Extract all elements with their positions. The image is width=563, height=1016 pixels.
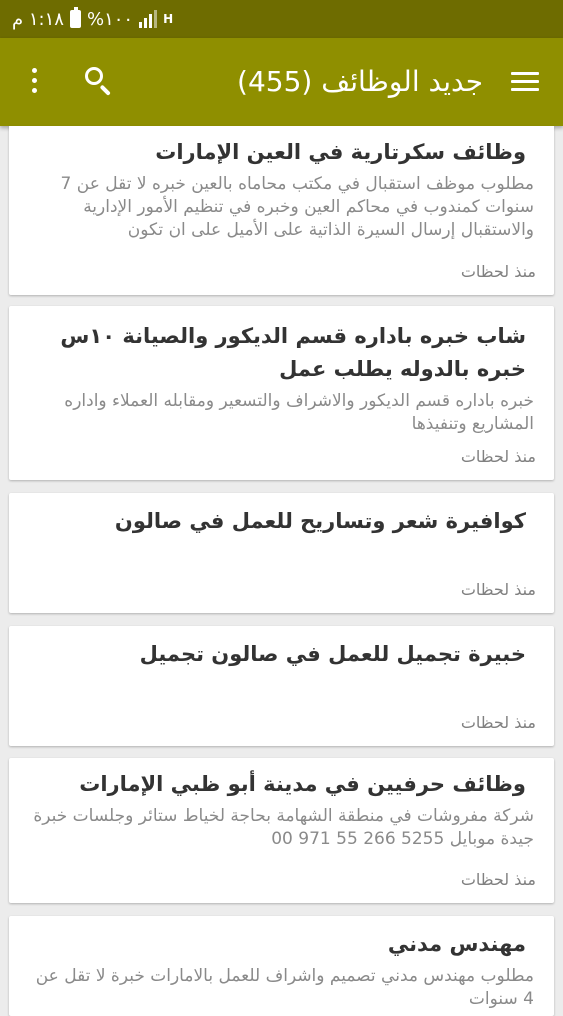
job-time: منذ لحظات: [460, 713, 536, 732]
job-title: مهندس مدني: [387, 932, 526, 956]
app-bar: جديد الوظائف (455): [0, 38, 563, 126]
job-time: منذ لحظات: [460, 870, 536, 889]
more-vertical-icon[interactable]: [24, 68, 44, 98]
job-card[interactable]: كوافيرة شعر وتساريح للعمل في صالون منذ ل…: [9, 493, 554, 613]
job-card[interactable]: شاب خبره باداره قسم الديكور والصيانة ١٠س…: [9, 306, 554, 480]
signal-icon: [139, 10, 158, 28]
job-card[interactable]: خبيرة تجميل للعمل في صالون تجميل منذ لحظ…: [9, 626, 554, 746]
job-card[interactable]: مهندس مدني مطلوب مهندس مدني تصميم واشراف…: [9, 916, 554, 1016]
job-description: خبره باداره قسم الديكور والاشراف والتسعي…: [64, 391, 534, 434]
job-time: منذ لحظات: [460, 447, 536, 466]
job-title: خبيرة تجميل للعمل في صالون تجميل: [139, 642, 526, 666]
battery-percent: %١٠٠: [86, 8, 134, 30]
job-title: وظائف حرفيين في مدينة أبو ظبي الإمارات: [79, 772, 526, 796]
job-title: شاب خبره باداره قسم الديكور والصيانة ١٠س…: [60, 324, 526, 381]
job-card[interactable]: وظائف حرفيين في مدينة أبو ظبي الإمارات ش…: [9, 758, 554, 903]
search-icon[interactable]: [82, 64, 116, 98]
job-title: كوافيرة شعر وتساريح للعمل في صالون: [114, 509, 526, 533]
status-bar: ١:١٨ م %١٠٠ H: [0, 0, 563, 38]
network-type-icon: H: [163, 12, 174, 26]
job-time: منذ لحظات: [460, 580, 536, 599]
job-title: وظائف سكرتارية في العين الإمارات: [155, 140, 526, 164]
status-time: ١:١٨ م: [12, 8, 64, 30]
page-title: جديد الوظائف (455): [237, 65, 483, 98]
job-card[interactable]: وظائف سكرتارية في العين الإمارات مطلوب م…: [9, 126, 554, 295]
status-left-group: ١:١٨ م %١٠٠ H: [12, 7, 174, 30]
menu-icon[interactable]: [511, 68, 541, 94]
job-description: شركة مفروشات في منطقة الشهامة بحاجة لخيا…: [33, 806, 534, 849]
job-description: مطلوب موظف استقبال في مكتب محاماه بالعين…: [60, 174, 534, 240]
job-description: مطلوب مهندس مدني تصميم واشراف للعمل بالا…: [35, 966, 534, 1009]
battery-icon: [69, 7, 81, 28]
job-time: منذ لحظات: [460, 262, 536, 281]
